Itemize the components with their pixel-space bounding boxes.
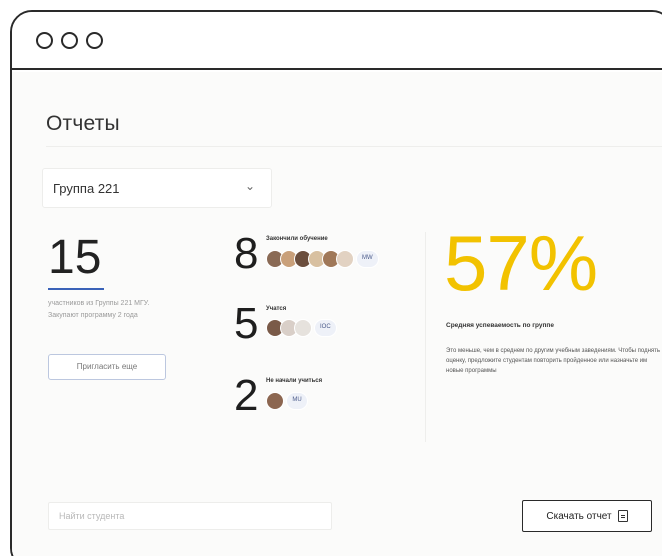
download-report-button[interactable]: Скачать отчет — [522, 500, 652, 532]
total-participants-description: участников из Группы 221 МГУ. Закупают п… — [48, 300, 150, 319]
invite-more-button[interactable]: Пригласить еще — [48, 354, 166, 380]
window-control-minimize[interactable] — [61, 32, 78, 49]
finished-label: Закончили обучение — [266, 236, 328, 242]
group-select-value: Группа 221 — [53, 181, 120, 196]
avatar-more-badge[interactable]: MW — [356, 250, 379, 268]
page-content: Отчеты Группа 221 ⌄ 15 участников из Гру… — [12, 72, 662, 556]
studying-avatars[interactable]: IOC — [266, 317, 337, 339]
avatar-more-badge[interactable]: MU — [286, 392, 308, 410]
reports-panel: Отчеты Группа 221 ⌄ 15 участников из Гру… — [12, 72, 662, 556]
avatar — [336, 250, 354, 268]
success-percent: 57% — [444, 219, 598, 307]
section-divider — [425, 232, 426, 442]
page-title: Отчеты — [46, 112, 120, 135]
success-description: Это меньше, чем в среднем по другим учеб… — [446, 348, 661, 374]
not-started-count: 2 — [234, 371, 259, 420]
studying-label: Учатся — [266, 306, 287, 312]
chevron-down-icon: ⌄ — [244, 179, 255, 193]
group-select[interactable]: Группа 221 ⌄ — [42, 168, 272, 208]
download-report-label: Скачать отчет — [546, 510, 612, 522]
finished-avatars[interactable]: MW — [266, 248, 379, 270]
total-count-underline — [48, 288, 104, 290]
not-started-avatars[interactable]: MU — [266, 390, 308, 412]
title-divider — [46, 146, 662, 147]
student-search-input[interactable] — [48, 502, 332, 530]
studying-count: 5 — [234, 299, 259, 348]
avatar — [294, 319, 312, 337]
not-started-label: Не начали учиться — [266, 378, 323, 384]
window-control-close[interactable] — [36, 32, 53, 49]
document-icon — [617, 510, 628, 522]
browser-window: Отчеты Группа 221 ⌄ 15 участников из Гру… — [10, 10, 662, 556]
total-participants-count: 15 — [48, 231, 102, 284]
window-titlebar — [12, 12, 662, 70]
window-control-maximize[interactable] — [86, 32, 103, 49]
finished-count: 8 — [234, 229, 259, 278]
avatar-more-badge[interactable]: IOC — [314, 319, 337, 337]
success-title: Средняя успеваемость по группе — [446, 322, 554, 329]
avatar — [266, 392, 284, 410]
